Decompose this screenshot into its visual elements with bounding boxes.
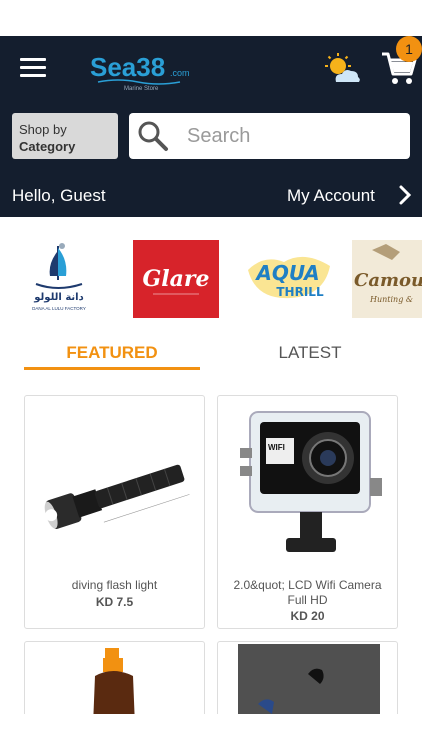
brand-camou-text: Camou (354, 270, 422, 291)
category-label: Category (19, 139, 76, 154)
search-input[interactable] (187, 119, 397, 153)
sunscreen-image (85, 646, 145, 720)
brand-aqua-thrill[interactable]: AQUA THRILL (244, 240, 334, 318)
active-tab-indicator (24, 367, 200, 370)
product-card[interactable]: diving flash light KD 7.5 (24, 395, 205, 629)
brand-camou[interactable]: Camou Hunting & (352, 240, 422, 318)
product-name: diving flash light (71, 578, 158, 592)
product-price: KD 20 (290, 609, 325, 623)
brand-carousel[interactable]: دانة اللولو DANA AL LULU FACTORY Glare A… (0, 230, 422, 322)
store-logo[interactable]: Sea38 .com Marine Store (88, 48, 200, 92)
shop-by-category-button[interactable]: Shop by Category (12, 113, 118, 159)
flashlight-image (39, 436, 199, 546)
logo-domain: .com (170, 68, 190, 78)
svg-text:WIFI: WIFI (268, 443, 285, 452)
search-box[interactable] (129, 113, 410, 159)
shop-by-label: Shop by (19, 122, 67, 137)
brand-aqua-text: AQUA (254, 261, 319, 285)
product-image (238, 644, 380, 720)
action-camera-image: WIFI (236, 408, 386, 568)
chevron-right-icon[interactable] (398, 184, 412, 206)
brand-glare[interactable]: Glare (133, 240, 219, 318)
status-area (0, 0, 422, 36)
product-name: 2.0&quot; LCD Wifi Camera Full HD (233, 578, 382, 607)
brand-thrill-text: THRILL (276, 285, 324, 299)
brand-camou-sub: Hunting & (369, 295, 413, 304)
cart-count-badge: 1 (396, 36, 422, 62)
weather-icon[interactable] (322, 52, 362, 88)
product-card[interactable]: WIFI 2.0&quot; LCD Wifi Camera Full HD K… (217, 395, 398, 629)
product-tabs: FEATURED LATEST (0, 335, 422, 375)
logo-text: Sea38 (90, 52, 165, 82)
logo-tagline: Marine Store (124, 86, 159, 92)
menu-icon[interactable] (20, 58, 46, 80)
greeting-text: Hello, Guest (12, 186, 106, 205)
brand-glare-text: Glare (143, 266, 210, 292)
product-card[interactable] (217, 641, 398, 721)
brand-dana-al-lulu[interactable]: دانة اللولو DANA AL LULU FACTORY (28, 240, 90, 318)
tab-latest[interactable]: LATEST (222, 343, 398, 363)
search-icon (137, 120, 169, 152)
tab-featured[interactable]: FEATURED (24, 343, 200, 363)
bottom-area (0, 714, 422, 750)
product-card[interactable] (24, 641, 205, 721)
my-account-link[interactable]: My Account (287, 186, 375, 206)
brand-dana-arabic: دانة اللولو (33, 292, 83, 303)
brand-dana-english: DANA AL LULU FACTORY (32, 306, 86, 311)
product-price: KD 7.5 (95, 595, 134, 609)
